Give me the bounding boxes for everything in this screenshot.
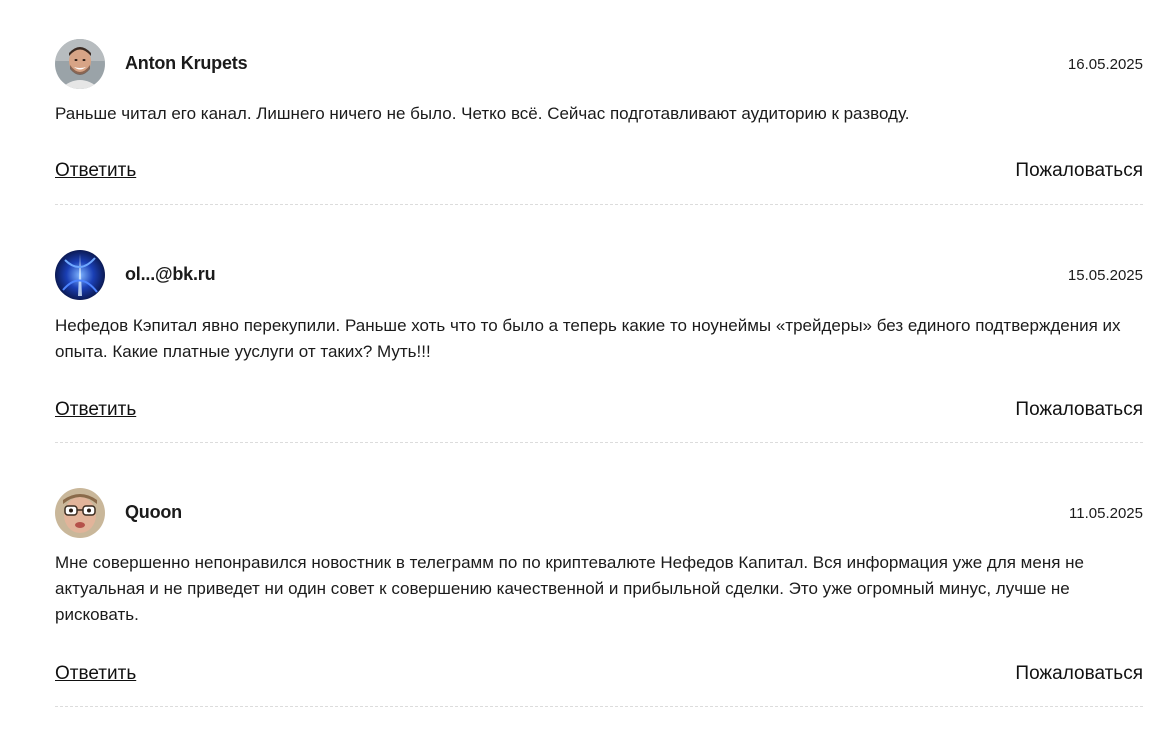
- author-name: Anton Krupets: [125, 53, 248, 73]
- comment-item: Quoon 11.05.2025 Мне совершенно непонрав…: [55, 488, 1143, 707]
- comment-date: 16.05.2025: [1067, 56, 1143, 73]
- reply-button[interactable]: Ответить: [55, 160, 136, 182]
- comment-header: Quoon 11.05.2025: [55, 488, 1143, 538]
- comment-text: Мне совершенно непонравился новостник в …: [55, 553, 1084, 624]
- comment-text: Нефедов Кэпитал явно перекупили. Раньше …: [55, 316, 1121, 361]
- blue-abstract-avatar-icon[interactable]: [55, 250, 105, 300]
- man-portrait-avatar-icon[interactable]: [55, 39, 105, 89]
- reply-button[interactable]: Ответить: [55, 399, 136, 421]
- report-button[interactable]: Пожаловаться: [1015, 663, 1143, 685]
- comment-actions: Ответить Пожаловаться: [55, 663, 1143, 689]
- report-button[interactable]: Пожаловаться: [1015, 399, 1143, 421]
- comment-header: Anton Krupets 16.05.2025: [55, 39, 1143, 89]
- comment-text: Раньше читал его канал. Лишнего ничего н…: [55, 104, 910, 123]
- comment-item: ol...@bk.ru 15.05.2025 Нефедов Кэпитал я…: [55, 250, 1143, 443]
- author-name: ol...@bk.ru: [125, 264, 216, 284]
- comment-actions: Ответить Пожаловаться: [55, 399, 1143, 425]
- comments-list: Anton Krupets 16.05.2025 Раньше читал ег…: [0, 0, 1169, 733]
- report-button[interactable]: Пожаловаться: [1015, 160, 1143, 182]
- comment-date: 15.05.2025: [1067, 267, 1143, 284]
- comment-header: ol...@bk.ru 15.05.2025: [55, 250, 1143, 300]
- reply-button[interactable]: Ответить: [55, 663, 136, 685]
- comment-item: Anton Krupets 16.05.2025 Раньше читал ег…: [55, 39, 1143, 205]
- comment-date: 11.05.2025: [1069, 505, 1143, 522]
- author-name: Quoon: [125, 502, 182, 522]
- comment-actions: Ответить Пожаловаться: [55, 160, 1143, 186]
- face-with-glasses-avatar-icon[interactable]: [55, 488, 105, 538]
